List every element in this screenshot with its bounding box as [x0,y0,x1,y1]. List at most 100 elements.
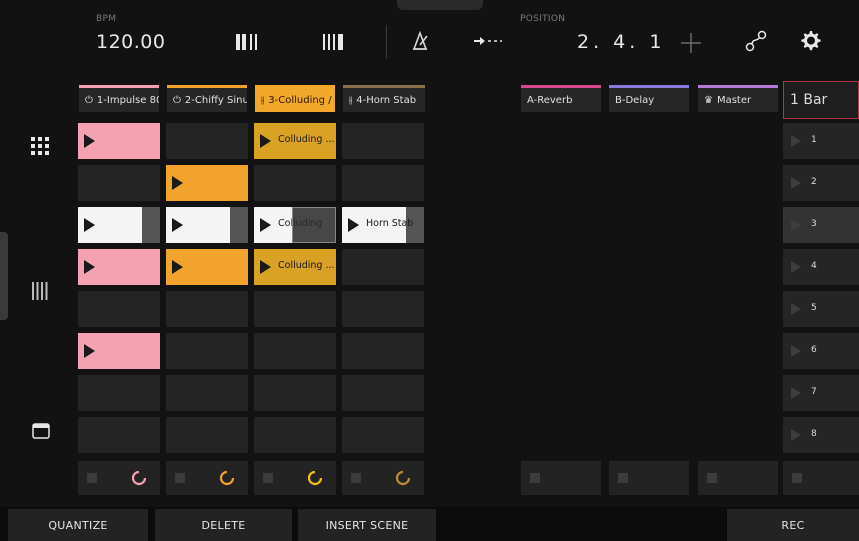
return-footer[interactable] [521,461,601,495]
stop-button[interactable] [707,473,717,483]
clip-slot-empty[interactable] [254,375,336,411]
clip-name: Colluding ... [278,134,335,145]
clip-slot[interactable] [166,165,248,201]
clip-slot-playing[interactable] [166,207,248,243]
position-value[interactable]: 2. 4. 1 [577,31,665,53]
return-header-b[interactable]: B-Delay [609,88,689,112]
window-icon[interactable] [32,423,50,439]
side-drawer-handle[interactable] [0,232,8,320]
clip-slot-empty[interactable] [166,417,248,453]
grid-view-icon[interactable] [31,137,49,155]
return-footer[interactable] [609,461,689,495]
clip-slot-empty[interactable] [78,165,160,201]
stop-all-button[interactable] [792,473,802,483]
crown-icon: ♛ [704,94,713,106]
clip-slot-empty[interactable] [78,291,160,327]
track-name: 4-Horn Stab [356,94,417,106]
clip-slot-empty[interactable] [254,165,336,201]
scene-length-selector[interactable]: 1 Bar [783,81,859,119]
plus-icon[interactable] [681,33,701,53]
clip-slot[interactable]: Colluding ... [254,249,336,285]
columns-thin-icon[interactable] [323,34,347,50]
progress-ring-icon [131,470,147,486]
master-footer[interactable] [698,461,778,495]
master-header[interactable]: ♛ Master [698,88,778,112]
progress-ring-icon [307,470,323,486]
clip-slot-empty[interactable] [342,165,424,201]
scene-launch-3[interactable]: 3 [783,207,859,243]
bpm-value[interactable]: 120.00 [96,31,165,53]
scene-launch-8[interactable]: 8 [783,417,859,453]
track-footer[interactable] [342,461,424,495]
clip-slot-playing[interactable] [78,207,160,243]
mixer-view-icon[interactable] [32,282,48,300]
stop-button[interactable] [263,473,273,483]
clip-slot-empty[interactable] [342,375,424,411]
track-header-3[interactable]: ⫲ 3-Colluding / [255,88,335,112]
scene-launch-4[interactable]: 4 [783,249,859,285]
arrow-right-dashed-icon[interactable] [474,36,502,46]
clip-slot-empty[interactable] [78,417,160,453]
play-icon [791,135,801,147]
scene-number: 7 [811,387,817,397]
clip-slot-empty[interactable] [342,249,424,285]
clip-slot[interactable] [78,123,160,159]
clip-slot-empty[interactable] [166,333,248,369]
scene-launch-1[interactable]: 1 [783,123,859,159]
scene-launch-2[interactable]: 2 [783,165,859,201]
clip-slot-empty[interactable] [342,123,424,159]
scene-number: 3 [811,219,817,229]
track-footer[interactable] [166,461,248,495]
return-header-a[interactable]: A-Reverb [521,88,601,112]
top-pull-tab[interactable] [397,0,483,10]
stop-button[interactable] [618,473,628,483]
clip-name: Colluding ... [278,260,335,271]
quantize-button[interactable]: QUANTIZE [8,509,148,541]
stop-button[interactable] [530,473,540,483]
clip-slot-empty[interactable] [342,333,424,369]
play-icon [84,218,95,232]
metronome-icon[interactable] [410,31,430,51]
play-icon [791,387,801,399]
track-name: 3-Colluding / [268,94,332,106]
clip-slot[interactable]: Colluding ... [254,123,336,159]
clip-slot-playing[interactable]: Horn Stab [342,207,424,243]
return-name: B-Delay [615,94,655,106]
insert-scene-button[interactable]: INSERT SCENE [298,509,436,541]
gear-icon[interactable] [800,30,822,52]
scene-launch-5[interactable]: 5 [783,291,859,327]
node-connect-icon[interactable] [745,30,767,52]
scene-launch-6[interactable]: 6 [783,333,859,369]
clip-slot-empty[interactable] [342,417,424,453]
clip-slot-empty[interactable] [254,333,336,369]
play-icon [260,260,271,274]
clip-slot[interactable] [166,249,248,285]
clip-slot-empty[interactable] [254,417,336,453]
stop-button[interactable] [351,473,361,483]
clip-slot-empty[interactable] [166,375,248,411]
clip-slot-playing[interactable]: Colluding [254,207,336,243]
clip-slot-empty[interactable] [342,291,424,327]
delete-button[interactable]: DELETE [155,509,292,541]
track-header-1[interactable]: ⏻ 1-Impulse 80 [79,88,159,112]
track-header-4[interactable]: ⫲ 4-Horn Stab [343,88,425,112]
track-footer[interactable] [254,461,336,495]
track-header-2[interactable]: ⏻ 2-Chiffy Sinu [167,88,247,112]
clip-slot-empty[interactable] [78,375,160,411]
clip-slot-empty[interactable] [166,291,248,327]
rec-button[interactable]: REC [727,509,859,541]
stop-button[interactable] [175,473,185,483]
play-icon [172,260,183,274]
stop-button[interactable] [87,473,97,483]
stop-all-footer[interactable] [783,461,859,495]
clip-slot[interactable] [78,249,160,285]
clip-slot-empty[interactable] [254,291,336,327]
play-icon [260,218,271,232]
play-icon [84,344,95,358]
columns-thick-icon[interactable] [236,34,260,50]
clip-slot[interactable] [78,333,160,369]
scene-launch-7[interactable]: 7 [783,375,859,411]
waveform-icon: ⫲ [349,94,353,106]
track-footer[interactable] [78,461,160,495]
clip-slot-empty[interactable] [166,123,248,159]
